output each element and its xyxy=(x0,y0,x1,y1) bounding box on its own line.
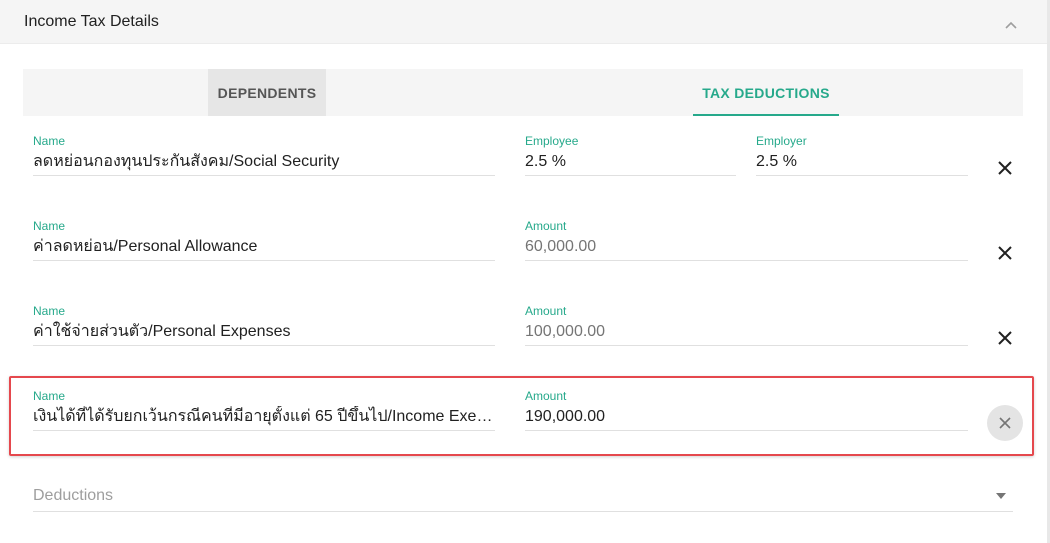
field-underline xyxy=(33,345,495,346)
employer-value: 2.5 % xyxy=(756,153,797,170)
panel-header[interactable]: Income Tax Details xyxy=(0,0,1047,44)
chevron-up-icon[interactable] xyxy=(1001,15,1021,35)
field-underline xyxy=(33,511,1013,512)
remove-row-button[interactable] xyxy=(987,150,1023,186)
field-underline xyxy=(33,175,495,176)
employee-rate-field[interactable]: Employee 2.5 % xyxy=(525,134,736,182)
name-value: เงินได้ที่ได้รับยกเว้นกรณีคนที่มีอายุตั้… xyxy=(33,408,495,425)
deduction-name-field[interactable]: Name ค่าใช้จ่ายส่วนตัว/Personal Expenses xyxy=(33,304,495,352)
close-icon xyxy=(998,161,1012,175)
dropdown-arrow-icon[interactable] xyxy=(995,492,1007,500)
tabs-bar: DEPENDENTS TAX DEDUCTIONS xyxy=(23,69,1023,116)
name-value: ค่าใช้จ่ายส่วนตัว/Personal Expenses xyxy=(33,323,291,340)
active-tab-indicator xyxy=(693,114,839,116)
field-underline xyxy=(33,260,495,261)
remove-row-button[interactable] xyxy=(987,235,1023,271)
name-label: Name xyxy=(33,134,66,148)
name-label: Name xyxy=(33,219,66,233)
field-underline xyxy=(33,430,495,431)
close-icon xyxy=(999,417,1011,429)
amount-label: Amount xyxy=(525,304,567,318)
deduction-name-field[interactable]: Name ลดหย่อนกองทุนประกันสังคม/Social Sec… xyxy=(33,134,495,182)
amount-label: Amount xyxy=(525,389,567,403)
field-underline xyxy=(756,175,968,176)
employer-label: Employer xyxy=(756,134,807,148)
panel-title: Income Tax Details xyxy=(24,13,159,30)
employee-label: Employee xyxy=(525,134,579,148)
amount-field[interactable]: Amount 60,000.00 xyxy=(525,219,968,267)
amount-label: Amount xyxy=(525,219,567,233)
employee-value: 2.5 % xyxy=(525,153,566,170)
deductions-select[interactable]: Deductions xyxy=(33,484,1013,512)
field-underline xyxy=(525,430,968,431)
tab-dependents[interactable]: DEPENDENTS xyxy=(208,69,326,116)
field-underline xyxy=(525,260,968,261)
amount-value: 190,000.00 xyxy=(525,408,606,425)
deduction-name-field[interactable]: Name ค่าลดหย่อน/Personal Allowance xyxy=(33,219,495,267)
amount-field[interactable]: Amount 190,000.00 xyxy=(525,389,968,437)
name-label: Name xyxy=(33,304,66,318)
amount-value: 100,000.00 xyxy=(525,323,606,340)
field-underline xyxy=(525,345,968,346)
amount-value: 60,000.00 xyxy=(525,238,597,255)
close-icon xyxy=(998,331,1012,345)
remove-row-button[interactable] xyxy=(987,405,1023,441)
name-value: ลดหย่อนกองทุนประกันสังคม/Social Security xyxy=(33,153,340,170)
amount-field[interactable]: Amount 100,000.00 xyxy=(525,304,968,352)
close-icon xyxy=(998,246,1012,260)
employer-rate-field[interactable]: Employer 2.5 % xyxy=(756,134,968,182)
field-underline xyxy=(525,175,736,176)
name-label: Name xyxy=(33,389,66,403)
deduction-name-field[interactable]: Name เงินได้ที่ได้รับยกเว้นกรณีคนที่มีอา… xyxy=(33,389,495,437)
remove-row-button[interactable] xyxy=(987,320,1023,356)
name-value: ค่าลดหย่อน/Personal Allowance xyxy=(33,238,258,255)
tab-tax-deductions[interactable]: TAX DEDUCTIONS xyxy=(693,69,839,116)
deductions-placeholder: Deductions xyxy=(33,487,114,504)
